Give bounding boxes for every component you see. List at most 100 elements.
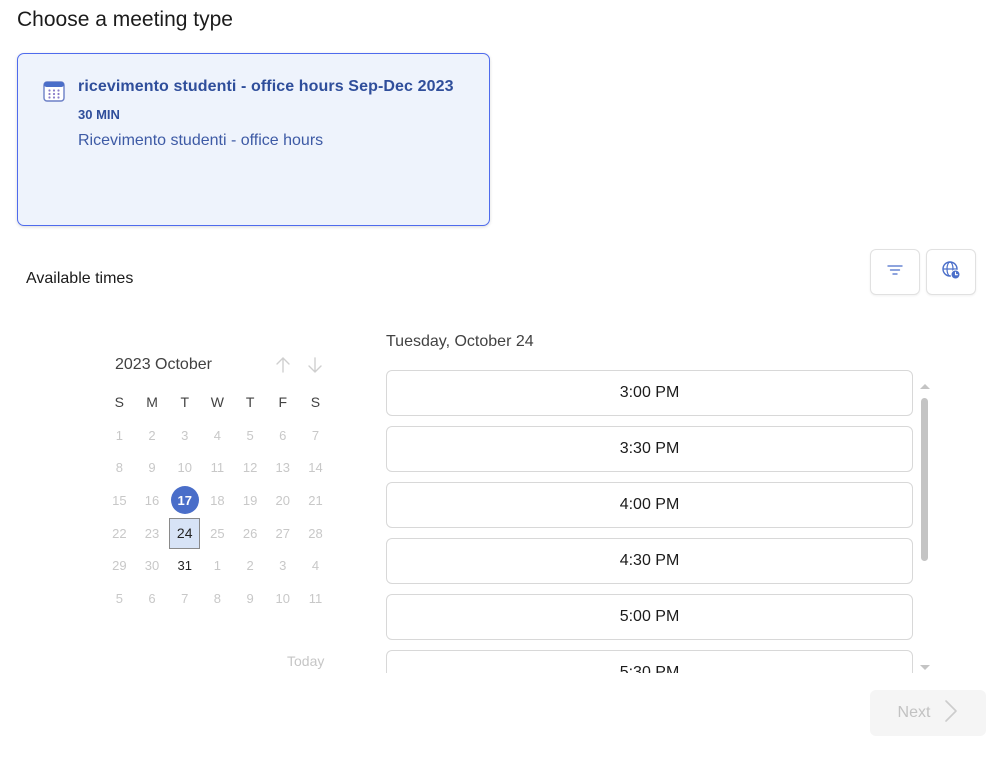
calendar-day: 8: [201, 582, 234, 615]
calendar-day-number: 5: [115, 590, 123, 606]
calendar-day: 2: [234, 549, 267, 582]
calendar-day-number: 27: [275, 525, 291, 541]
calendar-day-number: 15: [112, 492, 127, 508]
arrow-down-icon[interactable]: [306, 355, 324, 375]
calendar-day: 5: [234, 419, 267, 452]
calendar-day: 3: [266, 549, 299, 582]
calendar-day: 4: [201, 419, 234, 452]
calendar-day: 2: [136, 419, 169, 452]
calendar-day: 18: [201, 484, 234, 517]
time-slot-label: 3:30 PM: [619, 440, 680, 457]
calendar-day-number: 10: [275, 590, 291, 606]
calendar-day: 10: [266, 582, 299, 615]
meeting-type-card[interactable]: ricevimento studenti - office hours Sep-…: [17, 53, 490, 226]
calendar-grid: S M T W T F S 1 2 3 4 5 6 7 8 9 10 11 12 13 14 15 16 17 18 19 20 21…: [103, 386, 332, 615]
calendar-day: 1: [103, 419, 136, 452]
calendar-day: 6: [266, 419, 299, 452]
calendar-day: 1: [201, 549, 234, 582]
calendar-day-number: 17: [170, 486, 199, 515]
calendar-day-number: 2: [148, 427, 156, 443]
page-title: Choose a meeting type: [17, 8, 233, 31]
globe-clock-icon: [941, 260, 961, 285]
meeting-duration: 30 MIN: [78, 107, 120, 122]
time-slot-list[interactable]: 3:00 PM 3:30 PM 4:00 PM 4:30 PM 5:00 PM 5:30 …: [386, 370, 916, 673]
calendar-day: 27: [266, 517, 299, 550]
calendar-day: 5: [103, 582, 136, 615]
selected-date-heading: Tuesday, October 24: [386, 333, 534, 350]
time-slot-label: 4:30 PM: [619, 552, 680, 569]
calendar-day: 30: [136, 549, 169, 582]
calendar-day-number: 11: [210, 460, 225, 476]
calendar-day-number: 30: [144, 558, 160, 574]
time-slot-button[interactable]: 3:00 PM: [386, 370, 913, 416]
calendar-day-number: 24: [169, 517, 201, 549]
filter-button[interactable]: [870, 249, 920, 295]
chevron-right-icon: [944, 699, 958, 728]
weekday-label: W: [210, 394, 225, 411]
calendar-day-number: 6: [148, 590, 156, 606]
scrollbar-thumb[interactable]: [921, 398, 928, 561]
calendar-day: 14: [299, 451, 332, 484]
calendar-day-number: 13: [275, 460, 291, 476]
calendar-day-number: 20: [275, 492, 291, 508]
calendar-day-number: 2: [246, 558, 254, 574]
calendar-day: 26: [234, 517, 267, 550]
meeting-type-title: ricevimento studenti - office hours Sep-…: [78, 78, 454, 95]
calendar-day-number: 4: [213, 427, 222, 443]
filter-icon: [887, 263, 903, 282]
calendar-day-number: 23: [144, 525, 160, 541]
calendar-day-number: 8: [213, 590, 222, 606]
meeting-description: Ricevimento studenti - office hours: [78, 132, 324, 149]
time-slot-button[interactable]: 5:00 PM: [386, 594, 913, 640]
calendar-day-number: 8: [115, 460, 123, 476]
calendar-day[interactable]: 24: [168, 517, 201, 550]
weekday-label: M: [146, 394, 158, 411]
arrow-up-icon[interactable]: [274, 355, 292, 375]
calendar-day-number: 9: [148, 460, 156, 476]
calendar-day-number: 29: [112, 558, 127, 574]
time-slot-label: 5:30 PM: [619, 664, 680, 673]
calendar-day-number: 14: [308, 460, 323, 476]
calendar-day: 8: [103, 451, 136, 484]
calendar-day-number: 6: [279, 427, 287, 443]
calendar-day-number: 28: [308, 525, 323, 541]
calendar-day-number: 12: [242, 460, 258, 476]
weekday-label: T: [180, 394, 189, 411]
calendar-icon: [43, 80, 65, 102]
calendar-day-number: 3: [279, 558, 287, 574]
calendar-day: 21: [299, 484, 332, 517]
calendar-day-number: 19: [242, 492, 258, 508]
scroll-up-arrow-icon[interactable]: [919, 377, 931, 389]
timezone-button[interactable]: [926, 249, 976, 295]
calendar-day-number: 25: [210, 525, 225, 541]
time-slot-button[interactable]: 3:30 PM: [386, 426, 913, 472]
calendar-day-number: 22: [112, 525, 127, 541]
calendar-day: 6: [136, 582, 169, 615]
time-slot-label: 4:00 PM: [619, 496, 680, 513]
calendar-day: 9: [234, 582, 267, 615]
time-slot-button[interactable]: 4:00 PM: [386, 482, 913, 528]
calendar-day: 11: [201, 451, 234, 484]
calendar-day-number: 4: [311, 558, 320, 574]
calendar-day: 29: [103, 549, 136, 582]
calendar-day: 4: [299, 549, 332, 582]
calendar-day: 7: [168, 582, 201, 615]
calendar-day-number: 3: [181, 427, 189, 443]
calendar-day-number: 21: [308, 492, 323, 508]
time-slot-button[interactable]: 4:30 PM: [386, 538, 913, 584]
scroll-down-arrow-icon[interactable]: [919, 659, 931, 670]
calendar-day: 16: [136, 484, 169, 517]
calendar-day: 9: [136, 451, 169, 484]
calendar-day: 10: [168, 451, 201, 484]
calendar-day-number: 7: [311, 427, 320, 443]
available-times-label: Available times: [26, 270, 134, 287]
calendar-day-number: 31: [177, 558, 192, 574]
calendar-day-number: 1: [115, 427, 123, 443]
today-button[interactable]: Today: [287, 653, 324, 669]
calendar-day[interactable]: 31: [168, 549, 201, 582]
calendar-day: 12: [234, 451, 267, 484]
time-slot-button[interactable]: 5:30 PM: [386, 650, 913, 673]
calendar-month-label: 2023 October: [115, 356, 212, 373]
calendar-day: 28: [299, 517, 332, 550]
next-button[interactable]: Next: [870, 690, 986, 736]
